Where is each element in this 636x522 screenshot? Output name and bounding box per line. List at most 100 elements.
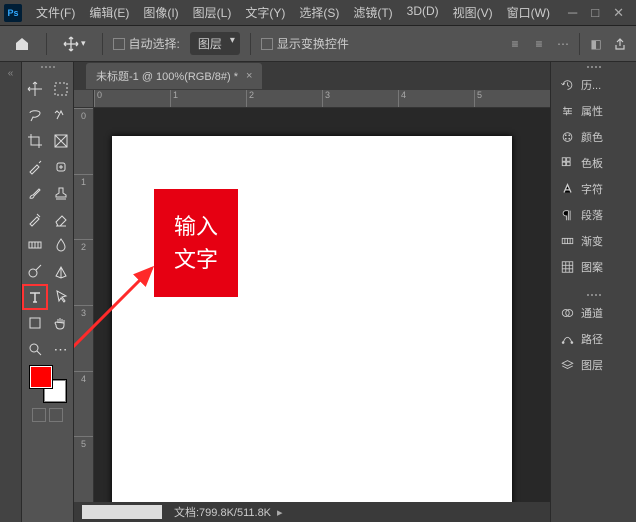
panel-props[interactable]: 属性: [551, 98, 636, 124]
eyedropper-tool[interactable]: [23, 155, 47, 179]
panel-color[interactable]: 颜色: [551, 124, 636, 150]
auto-select-checkbox[interactable]: 自动选择:: [113, 35, 180, 52]
panel-paragraph[interactable]: 段落: [551, 202, 636, 228]
menu-bar: 文件(F) 编辑(E) 图像(I) 图层(L) 文字(Y) 选择(S) 滤镜(T…: [30, 1, 556, 24]
menu-window[interactable]: 窗口(W): [501, 1, 556, 24]
right-panels: 历... 属性颜色色板字符段落渐变图案 通道路径图层: [550, 62, 636, 522]
menu-3d[interactable]: 3D(D): [401, 1, 445, 24]
frame-tool[interactable]: [49, 129, 73, 153]
history-icon: [559, 78, 575, 92]
dodge-tool[interactable]: [23, 259, 47, 283]
home-button[interactable]: [8, 32, 36, 56]
menu-filter[interactable]: 滤镜(T): [347, 1, 398, 24]
panel-layers[interactable]: 图层: [551, 352, 636, 378]
align-icon-2[interactable]: ≡: [531, 36, 547, 52]
status-zoom-segment[interactable]: [82, 505, 162, 519]
color-swatches[interactable]: [30, 366, 66, 402]
panel-label: 历...: [581, 77, 601, 93]
panel-channels[interactable]: 通道: [551, 300, 636, 326]
panel-gradient[interactable]: 渐变: [551, 228, 636, 254]
move-tool-indicator[interactable]: ▾: [57, 32, 92, 56]
foreground-color-swatch[interactable]: [30, 366, 52, 388]
layers-icon: [559, 358, 575, 372]
menu-image[interactable]: 图像(I): [137, 1, 184, 24]
show-transform-checkbox[interactable]: 显示变换控件: [261, 35, 349, 52]
healing-tool[interactable]: [49, 155, 73, 179]
pen-tool[interactable]: [49, 259, 73, 283]
move-icon: [63, 36, 79, 52]
app-logo: Ps: [4, 4, 22, 22]
panel-character[interactable]: 字符: [551, 176, 636, 202]
history-brush-tool[interactable]: [23, 207, 47, 231]
titlebar: Ps 文件(F) 编辑(E) 图像(I) 图层(L) 文字(Y) 选择(S) 滤…: [0, 0, 636, 26]
menu-view[interactable]: 视图(V): [447, 1, 499, 24]
align-icon-3[interactable]: ⋯: [555, 36, 571, 52]
path-select-tool[interactable]: [49, 285, 73, 309]
menu-select[interactable]: 选择(S): [293, 1, 345, 24]
menu-edit[interactable]: 编辑(E): [83, 1, 135, 24]
blur-tool[interactable]: [49, 233, 73, 257]
channels-icon: [559, 306, 575, 320]
props-icon: [559, 104, 575, 118]
options-bar: ▾ 自动选择: 图层 显示变换控件 ≡ ≡ ⋯ ◧: [0, 26, 636, 62]
text-layer-box[interactable]: 输入 文字: [154, 189, 238, 297]
hand-tool[interactable]: [49, 311, 73, 335]
document-canvas[interactable]: 输入 文字: [112, 136, 512, 502]
close-tab-icon[interactable]: ×: [246, 70, 252, 82]
panel-label: 路径: [581, 331, 603, 347]
align-icon-1[interactable]: ≡: [507, 36, 523, 52]
share-icon[interactable]: [612, 36, 628, 52]
gradient-icon: [559, 234, 575, 248]
marquee-tool[interactable]: [49, 77, 73, 101]
menu-file[interactable]: 文件(F): [30, 1, 81, 24]
menu-layer[interactable]: 图层(L): [187, 1, 238, 24]
flyout-left-icon[interactable]: «: [8, 68, 14, 79]
swatches-icon: [559, 156, 575, 170]
window-restore-icon[interactable]: □: [591, 5, 599, 21]
panel-label: 通道: [581, 305, 603, 321]
panel-history[interactable]: 历...: [551, 72, 636, 98]
color-icon: [559, 130, 575, 144]
type-tool[interactable]: [23, 285, 47, 309]
menu-type[interactable]: 文字(Y): [239, 1, 291, 24]
panel-swatches[interactable]: 色板: [551, 150, 636, 176]
text-layer-content: 输入 文字: [174, 210, 218, 276]
panel-paths[interactable]: 路径: [551, 326, 636, 352]
ruler-horizontal: 0 1 2 3 4 5: [94, 90, 550, 108]
panel-label: 段落: [581, 207, 603, 223]
left-dock: «: [0, 62, 22, 522]
paragraph-icon: [559, 208, 575, 222]
lasso-tool[interactable]: [23, 103, 47, 127]
canvas[interactable]: 输入 文字: [94, 108, 550, 482]
status-chevron-icon[interactable]: ▸: [277, 506, 283, 519]
brush-tool[interactable]: [23, 181, 47, 205]
panel-label: 图层: [581, 357, 603, 373]
window-close-icon[interactable]: ✕: [613, 5, 624, 21]
toolbox: ⋯: [22, 62, 74, 522]
stamp-tool[interactable]: [49, 181, 73, 205]
gradient-tool[interactable]: [23, 233, 47, 257]
quick-mask-toggle[interactable]: [32, 408, 46, 422]
edit-toolbar[interactable]: ⋯: [49, 337, 73, 361]
eraser-tool[interactable]: [49, 207, 73, 231]
document-tabs: 未标题-1 @ 100%(RGB/8#) * ×: [74, 62, 550, 90]
zoom-tool[interactable]: [23, 337, 47, 361]
shape-tool[interactable]: [23, 311, 47, 335]
ruler-vertical: 0 1 2 3 4 5: [74, 108, 94, 502]
document-tab[interactable]: 未标题-1 @ 100%(RGB/8#) * ×: [86, 63, 262, 89]
panel-label: 颜色: [581, 129, 603, 145]
auto-select-target-dropdown[interactable]: 图层: [190, 32, 240, 55]
panel-label: 色板: [581, 155, 603, 171]
move-tool[interactable]: [23, 77, 47, 101]
panel-label: 渐变: [581, 233, 603, 249]
quick-select-tool[interactable]: [49, 103, 73, 127]
panel-pattern[interactable]: 图案: [551, 254, 636, 280]
panel-label: 图案: [581, 259, 603, 275]
3d-mode-icon[interactable]: ◧: [588, 36, 604, 52]
status-doc-info: 文档:799.8K/511.8K: [174, 504, 271, 520]
window-minimize-icon[interactable]: ─: [568, 5, 577, 21]
screen-mode-toggle[interactable]: [49, 408, 63, 422]
status-bar: 文档:799.8K/511.8K ▸: [74, 502, 550, 522]
document-tab-title: 未标题-1 @ 100%(RGB/8#) *: [96, 68, 238, 84]
crop-tool[interactable]: [23, 129, 47, 153]
